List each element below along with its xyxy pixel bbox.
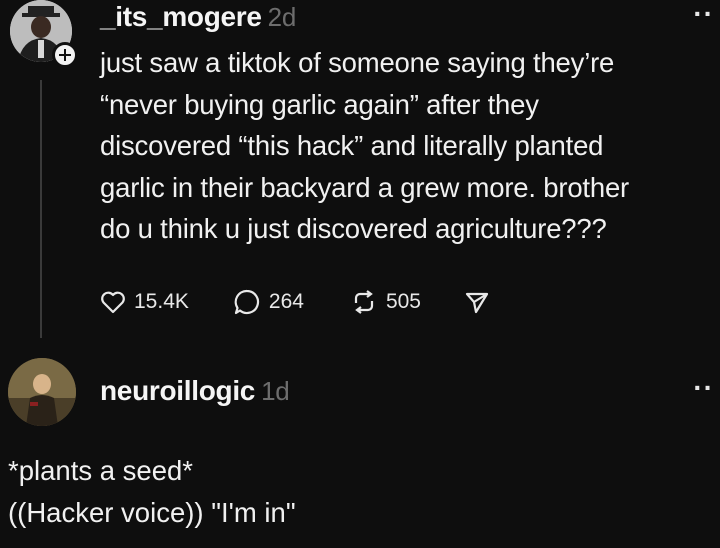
like-button[interactable]: 15.4K <box>100 290 189 314</box>
reply-text: *plants a seed* ((Hacker voice)) "I'm in… <box>8 450 708 534</box>
post-text-line: garlic in their backyard a grew more. br… <box>100 171 630 203</box>
avatar[interactable] <box>8 358 76 426</box>
comment-icon <box>234 289 259 315</box>
heart-icon <box>101 291 125 314</box>
repost-count: 505 <box>385 290 421 313</box>
reply-text-line: ((Hacker voice)) "I'm in" <box>8 497 296 528</box>
post-text-line: just saw a tiktok of someone saying they… <box>100 47 615 78</box>
timestamp: 2d <box>267 2 297 32</box>
follow-plus-icon[interactable] <box>52 42 78 68</box>
reply-button[interactable]: 264 <box>233 288 304 316</box>
username[interactable]: neuroillogic 1d <box>100 375 290 407</box>
like-count: 15.4K <box>134 290 189 313</box>
reply-text-line: *plants a seed* <box>8 455 193 486</box>
repost-button[interactable]: 505 <box>350 289 421 315</box>
post-text-line: discovered “this hack” and literally pla… <box>100 130 604 161</box>
post-text: just saw a tiktok of someone saying they… <box>100 42 710 250</box>
reply-count: 264 <box>268 290 304 313</box>
timestamp: 1d <box>261 376 290 406</box>
repost-icon <box>354 290 374 314</box>
send-icon <box>465 292 489 314</box>
more-options-icon[interactable]: ·· <box>693 0 714 30</box>
post-text-line: “never buying garlic again” after they <box>100 88 539 120</box>
share-button[interactable] <box>465 290 497 314</box>
more-options-icon[interactable]: ·· <box>693 372 714 404</box>
thread-line <box>40 80 42 338</box>
username[interactable]: _its_mogere 2d <box>100 1 296 33</box>
post-text-line: do u think u just discovered agriculture… <box>100 213 607 244</box>
action-bar: 15.4K 264 505 <box>100 282 497 322</box>
